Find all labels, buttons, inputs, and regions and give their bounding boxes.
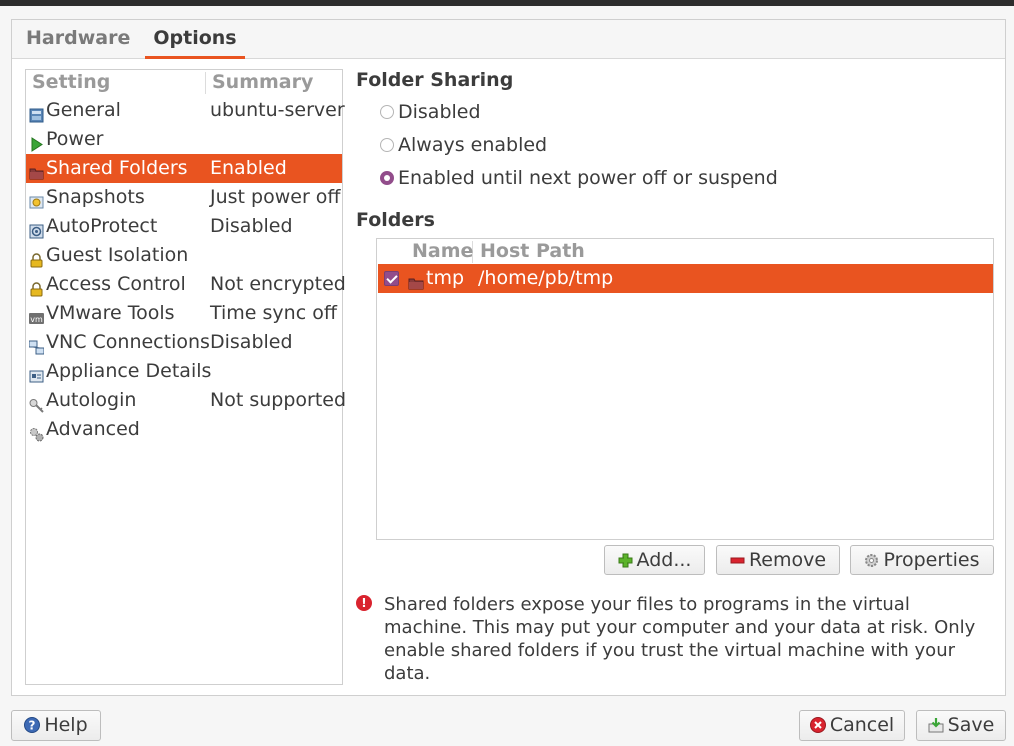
column-header-summary[interactable]: Summary [212,71,313,93]
tab-bar: Hardware Options [12,20,1005,59]
lock-icon [29,248,44,268]
save-icon [928,713,944,741]
warning-text: Shared folders expose your files to prog… [384,594,976,684]
radio-enabled-until-power-off[interactable]: Enabled until next power off or suspend [380,164,778,192]
help-icon: ? [24,713,41,741]
settings-item-autologin[interactable]: Autologin Not supported [26,386,346,415]
radio-label: Always enabled [398,134,548,156]
settings-item-summary: ubuntu-server [210,99,345,121]
settings-item-snapshots[interactable]: Snapshots Just power off [26,183,342,212]
radio-label: Disabled [398,101,481,123]
folder-row[interactable]: tmp /home/pb/tmp [378,264,993,293]
svg-text:vm: vm [30,315,43,324]
settings-list-header: Setting Summary [26,70,342,96]
settings-item-vnc-connections[interactable]: VNC Connections Disabled [26,328,342,357]
settings-item-label: Autologin [46,389,137,411]
remove-folder-button[interactable]: Remove [716,545,840,575]
settings-item-label: Power [46,128,104,150]
radio-button[interactable] [380,105,394,119]
network-icon [28,335,45,355]
folder-name: tmp [426,267,465,289]
settings-item-shared-folders[interactable]: Shared Folders Enabled [26,154,342,183]
folder-icon [408,271,424,290]
settings-item-label: Guest Isolation [46,244,189,266]
settings-item-label: VNC Connections [46,331,210,353]
tab-hardware[interactable]: Hardware [26,20,130,58]
radio-label: Enabled until next power off or suspend [398,167,778,189]
gears-icon [29,422,44,442]
gear-icon [864,548,879,576]
settings-item-autoprotect[interactable]: AutoProtect Disabled [26,212,342,241]
folder-icon [29,161,44,180]
plus-icon [618,548,633,576]
snapshot-icon [29,190,44,209]
help-button[interactable]: ? Help [11,710,101,741]
appliance-icon [29,364,44,383]
settings-list[interactable]: Setting Summary General ubuntu-server Po… [25,69,346,685]
folder-properties-label: Properties [883,549,980,571]
minus-icon [730,548,745,576]
save-label: Save [947,714,995,736]
settings-item-summary: Enabled [210,157,287,179]
radio-always-enabled[interactable]: Always enabled [380,131,547,159]
settings-item-appliance-details[interactable]: Appliance Details [26,357,342,386]
settings-item-label: Appliance Details [46,360,212,382]
help-label: Help [44,714,88,736]
folder-properties-button[interactable]: Properties [850,545,994,575]
settings-item-guest-isolation[interactable]: Guest Isolation [26,241,342,270]
error-icon: ! [356,595,372,611]
column-header-setting[interactable]: Setting [32,71,110,93]
radio-button-checked[interactable] [380,171,394,185]
settings-dialog-frame: Hardware Options Setting Summary General… [11,19,1006,696]
settings-item-summary: Time sync off [210,302,337,324]
cancel-icon [809,713,826,741]
svg-text:?: ? [29,719,36,733]
settings-item-summary: Not encrypted [210,273,346,295]
add-folder-button[interactable]: Add... [604,545,705,575]
radio-button[interactable] [380,138,394,152]
settings-item-summary: Just power off [210,186,341,208]
title-bar-strip [0,0,1014,6]
tab-options[interactable]: Options [145,20,245,59]
settings-item-advanced[interactable]: Advanced [26,415,342,444]
vm-icon: vm [29,306,44,324]
settings-item-vmware-tools[interactable]: vm VMware Tools Time sync off [26,299,342,328]
cancel-button[interactable]: Cancel [799,710,905,741]
autoprotect-icon [29,219,44,239]
settings-item-label: Access Control [46,273,186,295]
settings-item-access-control[interactable]: Access Control Not encrypted [26,270,346,299]
remove-folder-label: Remove [748,549,827,571]
folder-enabled-checkbox[interactable] [384,271,399,286]
folders-table[interactable]: Name Host Path tmp /home/pb/tmp [376,238,994,540]
folders-title: Folders [356,209,435,231]
settings-item-summary: Not supported [210,389,347,411]
settings-item-label: VMware Tools [46,302,175,324]
settings-item-summary: Disabled [210,331,293,353]
play-icon [29,132,44,152]
general-icon [29,103,44,123]
settings-item-label: Advanced [46,418,140,440]
folders-table-header: Name Host Path [377,239,993,265]
radio-disabled[interactable]: Disabled [380,98,481,126]
folder-sharing-title: Folder Sharing [356,69,514,91]
cancel-label: Cancel [829,714,895,736]
settings-item-general[interactable]: General ubuntu-server [26,96,345,125]
settings-item-summary: Disabled [210,215,293,237]
column-header-host-path[interactable]: Host Path [480,240,585,262]
settings-item-label: AutoProtect [46,215,158,237]
save-button[interactable]: Save [916,710,1006,741]
lock-icon [29,277,44,297]
add-folder-label: Add... [636,549,692,571]
folder-host-path: /home/pb/tmp [478,267,614,289]
column-header-name[interactable]: Name [412,240,473,262]
settings-item-label: Shared Folders [46,157,188,179]
key-icon [29,393,44,413]
settings-item-label: General [46,99,121,121]
settings-item-power[interactable]: Power [26,125,342,154]
settings-item-label: Snapshots [46,186,145,208]
